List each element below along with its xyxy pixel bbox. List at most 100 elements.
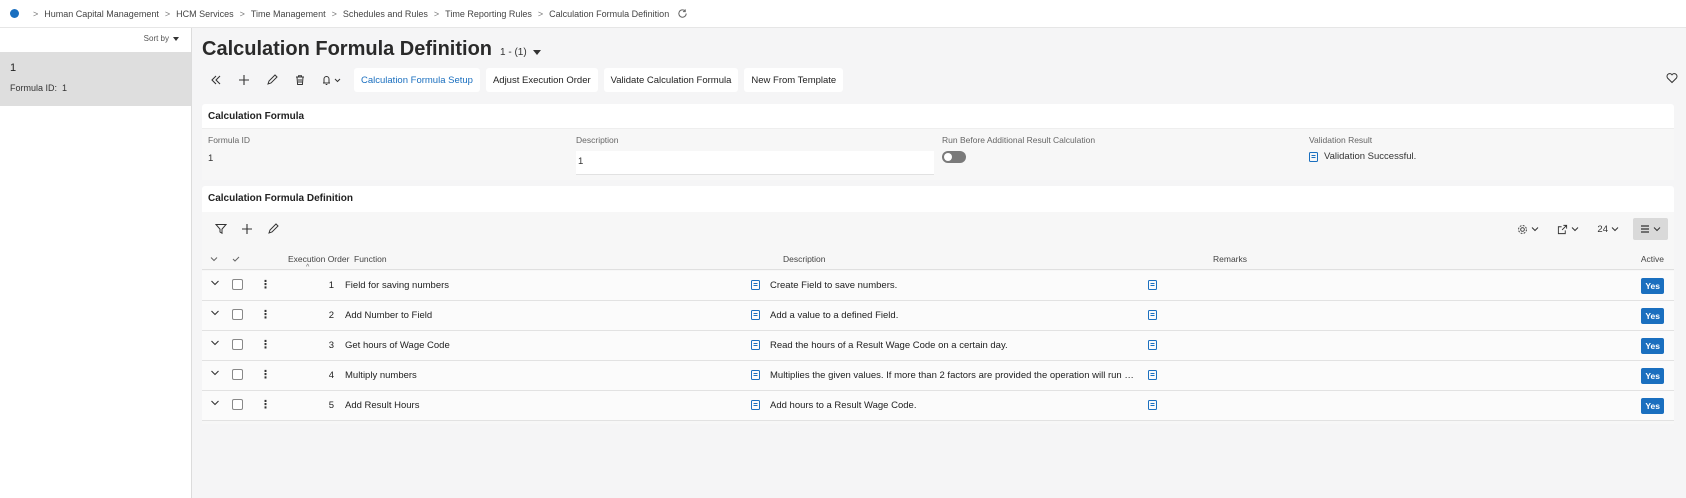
expand-row-icon[interactable]	[210, 338, 220, 348]
formula-definition-card: Calculation Formula Definition 24 Execut…	[202, 186, 1674, 424]
grid-settings-dropdown[interactable]	[1513, 218, 1543, 240]
grid-toolbar	[210, 218, 284, 240]
column-description[interactable]: Description	[783, 254, 826, 264]
validate-calculation-formula-button[interactable]: Validate Calculation Formula	[603, 68, 739, 92]
remarks-document-icon[interactable]	[1148, 370, 1157, 383]
table-row[interactable]: ⋮ 5 Add Result Hours Add hours to a Result …	[202, 391, 1674, 421]
column-remarks[interactable]: Remarks	[1213, 254, 1247, 264]
row-menu-icon[interactable]: ⋮	[260, 310, 271, 321]
page-toolbar: Calculation Formula Setup Adjust Executi…	[202, 68, 844, 92]
remarks-document-icon[interactable]	[1148, 310, 1157, 323]
row-menu-icon[interactable]: ⋮	[260, 400, 271, 411]
select-all-icon[interactable]	[232, 255, 240, 263]
row-checkbox[interactable]	[232, 309, 243, 320]
row-checkbox[interactable]	[232, 369, 243, 380]
table-row[interactable]: ⋮ 3 Get hours of Wage Code Read the hours o…	[202, 331, 1674, 361]
breadcrumb: > Human Capital Management > HCM Services …	[0, 0, 1686, 28]
description-field-label: Description	[576, 135, 619, 145]
run-before-toggle[interactable]	[942, 151, 966, 163]
description-document-icon[interactable]	[751, 280, 760, 293]
column-active[interactable]: Active	[1641, 254, 1664, 264]
row-checkbox[interactable]	[232, 399, 243, 410]
filter-icon[interactable]	[210, 218, 232, 240]
row-checkbox[interactable]	[232, 339, 243, 350]
edit-row-icon[interactable]	[262, 218, 284, 240]
adjust-execution-order-button[interactable]: Adjust Execution Order	[485, 68, 598, 92]
expand-all-icon[interactable]	[210, 255, 218, 263]
column-function[interactable]: Function	[354, 254, 387, 264]
grid-options: 24	[1513, 218, 1668, 240]
list-view-icon	[1641, 225, 1649, 233]
page-title: Calculation Formula Definition	[202, 38, 493, 60]
run-before-field: Run Before Additional Result Calculation	[942, 135, 1095, 163]
calculation-formula-fields: Formula ID 1 Description 1 Run Before Ad…	[202, 128, 1674, 180]
record-formula-id: Formula ID: 1	[10, 83, 68, 93]
table-row[interactable]: ⋮ 1 Field for saving numbers Create Field t…	[202, 271, 1674, 301]
collapse-icon[interactable]	[202, 68, 230, 92]
breadcrumb-item-4[interactable]: > Schedules and Rules	[326, 9, 428, 19]
description-document-icon[interactable]	[751, 370, 760, 383]
refresh-icon[interactable]	[677, 8, 688, 19]
home-icon[interactable]	[10, 9, 19, 18]
expand-row-icon[interactable]	[210, 368, 220, 378]
notification-bell-icon[interactable]	[314, 68, 348, 92]
breadcrumb-item-2[interactable]: > HCM Services	[159, 9, 234, 19]
remarks-document-icon[interactable]	[1148, 340, 1157, 353]
row-menu-icon[interactable]: ⋮	[260, 370, 271, 381]
description-cell: Read the hours of a Result Wage Code on …	[770, 340, 1008, 351]
table-row[interactable]: ⋮ 4 Multiply numbers Multiplies the given v…	[202, 361, 1674, 391]
caret-down-icon	[532, 50, 541, 55]
column-execution-order[interactable]: Execution Order	[288, 254, 349, 264]
breadcrumb-item-3[interactable]: > Time Management	[234, 9, 326, 19]
record-list-item[interactable]: 1 Formula ID: 1	[0, 52, 191, 106]
description-document-icon[interactable]	[751, 340, 760, 353]
execution-order-cell: 3	[328, 340, 334, 351]
export-dropdown[interactable]	[1553, 218, 1583, 240]
description-cell: Add a value to a defined Field.	[770, 310, 899, 321]
expand-row-icon[interactable]	[210, 278, 220, 288]
table-header: Execution Order ^ Function Description R…	[202, 248, 1674, 271]
validation-result-field: Validation Result Validation Successful.	[1309, 135, 1417, 162]
description-cell: Multiplies the given values. If more tha…	[770, 370, 1135, 381]
expand-row-icon[interactable]	[210, 308, 220, 318]
breadcrumb-item-1[interactable]: > Human Capital Management	[27, 9, 159, 19]
calculation-formula-setup-button[interactable]: Calculation Formula Setup	[354, 68, 480, 92]
row-menu-icon[interactable]: ⋮	[260, 340, 271, 351]
delete-icon[interactable]	[286, 68, 314, 92]
active-badge: Yes	[1641, 398, 1664, 414]
favorite-heart-icon[interactable]	[1666, 72, 1678, 84]
execution-order-cell: 1	[328, 280, 334, 291]
remarks-document-icon[interactable]	[1148, 400, 1157, 413]
sort-by-dropdown[interactable]: Sort by	[144, 34, 179, 43]
row-menu-icon[interactable]: ⋮	[260, 280, 271, 291]
add-row-icon[interactable]	[236, 218, 258, 240]
gear-icon	[1518, 224, 1528, 234]
active-badge: Yes	[1641, 308, 1664, 324]
record-list-panel: Sort by 1 Formula ID: 1	[0, 28, 192, 498]
formula-id-value: 1	[208, 153, 214, 164]
record-count-selector[interactable]: 1 - (1)	[500, 47, 541, 58]
breadcrumb-item-5[interactable]: > Time Reporting Rules	[428, 9, 532, 19]
function-cell: Field for saving numbers	[345, 280, 450, 291]
remarks-document-icon[interactable]	[1148, 280, 1157, 293]
active-badge: Yes	[1641, 338, 1664, 354]
function-cell: Add Result Hours	[345, 400, 420, 411]
new-from-template-button[interactable]: New From Template	[744, 68, 844, 92]
add-icon[interactable]	[230, 68, 258, 92]
chevron-down-icon	[1653, 227, 1661, 232]
page-size-dropdown[interactable]: 24	[1593, 218, 1623, 240]
description-document-icon[interactable]	[751, 400, 760, 413]
expand-row-icon[interactable]	[210, 398, 220, 408]
row-checkbox[interactable]	[232, 279, 243, 290]
view-mode-dropdown[interactable]	[1633, 218, 1668, 240]
calculation-formula-card: Calculation Formula Formula ID 1 Descrip…	[202, 104, 1674, 180]
execution-order-cell: 5	[328, 400, 334, 411]
sort-ascending-icon: ^	[306, 264, 310, 271]
function-cell: Multiply numbers	[345, 370, 417, 381]
formula-definition-title: Calculation Formula Definition	[208, 193, 354, 204]
table-row[interactable]: ⋮ 2 Add Number to Field Add a value to a de…	[202, 301, 1674, 331]
record-number: 1	[10, 62, 17, 74]
edit-icon[interactable]	[258, 68, 286, 92]
description-input[interactable]: 1	[576, 151, 934, 175]
description-document-icon[interactable]	[751, 310, 760, 323]
